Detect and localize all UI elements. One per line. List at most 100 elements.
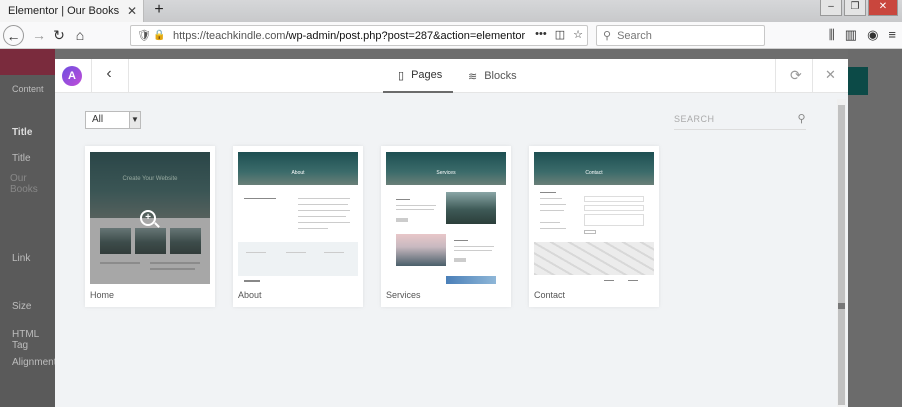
- template-card-about[interactable]: About About: [233, 146, 363, 307]
- text-line: [396, 209, 434, 210]
- text-line: [298, 222, 350, 223]
- close-tab-icon[interactable]: ✕: [127, 4, 137, 18]
- section-title: Title: [12, 127, 33, 138]
- divider: [775, 59, 776, 93]
- template-thumbnail[interactable]: About: [238, 152, 358, 284]
- library-icon[interactable]: ⫼: [829, 27, 835, 43]
- scrollbar-grip: [838, 303, 845, 309]
- template-card-contact[interactable]: Contact Contact: [529, 146, 659, 307]
- new-tab-button[interactable]: +: [150, 1, 168, 19]
- field-label-html-tag: HTML Tag: [12, 329, 39, 351]
- modal-header: A ‹ ▯ Pages ≋ Blocks ⟳ ✕: [55, 59, 848, 93]
- account-icon[interactable]: ◉: [867, 27, 878, 43]
- text-line: [540, 192, 556, 193]
- thumb-photo: [446, 276, 496, 284]
- text-line: [246, 252, 266, 253]
- text-line: [396, 199, 410, 200]
- text-line: [454, 240, 468, 241]
- title-textarea[interactable]: Our Books: [10, 173, 55, 195]
- footer-line: [244, 280, 260, 282]
- template-card-label: Contact: [534, 290, 566, 300]
- url-bar[interactable]: 🛡 🔒 https://teachkindle.com/wp-admin/pos…: [130, 25, 588, 46]
- menu-icon[interactable]: ≡: [888, 27, 896, 43]
- thumb-photo: [396, 234, 446, 266]
- home-icon[interactable]: ⌂: [69, 24, 91, 46]
- text-line: [454, 246, 494, 247]
- text-line: [454, 250, 492, 251]
- text-line: [396, 205, 436, 206]
- footer-line: [604, 280, 614, 281]
- page-actions-icon[interactable]: •••: [535, 28, 547, 41]
- button-shape: [454, 258, 466, 262]
- text-line: [324, 252, 344, 253]
- text-line: [298, 228, 328, 229]
- category-filter-select[interactable]: All ▼: [85, 111, 141, 129]
- sync-icon[interactable]: ⟳: [790, 67, 802, 84]
- modal-scrollbar[interactable]: [837, 99, 846, 407]
- forward-arrow-icon[interactable]: →: [28, 24, 50, 46]
- form-field: [584, 214, 644, 226]
- field-label-title: Title: [12, 153, 31, 164]
- template-search-input[interactable]: SEARCH ⚲: [674, 112, 806, 130]
- divider: [128, 59, 129, 93]
- tab-blocks-label: Blocks: [484, 70, 517, 82]
- reload-icon[interactable]: ↻: [48, 24, 70, 46]
- text-line: [540, 228, 566, 229]
- minimize-icon[interactable]: –: [820, 0, 842, 16]
- bookmark-star-icon[interactable]: ☆: [573, 28, 583, 41]
- zoom-icon[interactable]: +: [140, 210, 156, 226]
- url-domain: https://teachkindle.com: [172, 29, 286, 42]
- divider: [91, 59, 92, 93]
- scrollbar-thumb[interactable]: [838, 105, 845, 405]
- footer-line: [628, 280, 638, 281]
- template-thumbnail[interactable]: Create Your Website +: [90, 152, 210, 284]
- hero-text: Services: [436, 170, 456, 176]
- tab-blocks[interactable]: ≋ Blocks: [468, 59, 517, 93]
- tab-pages-label: Pages: [411, 69, 443, 81]
- text-line: [298, 204, 348, 205]
- browser-nav-bar: ← → ↻ ⌂ 🛡 🔒 https://teachkindle.com/wp-a…: [0, 22, 902, 49]
- url-path: /wp-admin/post.php?post=287&action=eleme…: [285, 29, 526, 42]
- search-icon: ⚲: [603, 30, 612, 42]
- template-card-label: About: [238, 290, 262, 300]
- template-card-home[interactable]: Create Your Website + Home: [85, 146, 215, 307]
- url-text: https://teachkindle.com/wp-admin/post.ph…: [173, 30, 525, 42]
- maximize-icon[interactable]: ❐: [844, 0, 866, 16]
- thumb-photo: [446, 192, 496, 224]
- text-line: [540, 222, 560, 223]
- page-icon: ▯: [398, 69, 405, 82]
- field-label-link: Link: [12, 253, 31, 264]
- shield-icon[interactable]: 🛡: [137, 29, 151, 42]
- tab-pages[interactable]: ▯ Pages: [383, 59, 453, 93]
- layers-icon: ≋: [468, 70, 478, 83]
- text-line: [540, 204, 566, 205]
- template-thumbnail[interactable]: Services: [386, 152, 506, 284]
- close-icon[interactable]: ✕: [825, 67, 836, 83]
- chevron-down-icon[interactable]: ▼: [129, 112, 140, 128]
- template-thumbnail[interactable]: Contact: [534, 152, 654, 284]
- hero-banner: [534, 152, 654, 185]
- search-placeholder: SEARCH: [674, 114, 715, 124]
- template-card-label: Home: [90, 290, 115, 300]
- back-arrow-icon[interactable]: ←: [3, 25, 24, 46]
- filter-value: All: [92, 114, 104, 125]
- tab-title: Elementor | Our Books: [8, 5, 120, 17]
- toolbar-icons: ⫼ ▥ ◉ ≡: [829, 27, 896, 43]
- hero-banner: [386, 152, 506, 185]
- field-label-alignment: Alignment: [12, 357, 57, 368]
- canvas-teal-block: [848, 67, 868, 95]
- window-close-icon[interactable]: ✕: [868, 0, 898, 16]
- map-image: [534, 242, 654, 275]
- template-card-services[interactable]: Services Services: [381, 146, 511, 307]
- browser-tab[interactable]: Elementor | Our Books ✕: [0, 0, 144, 22]
- template-card-label: Services: [386, 290, 421, 300]
- pocket-icon[interactable]: ◫: [555, 28, 565, 41]
- search-input[interactable]: ⚲ Search: [596, 25, 765, 46]
- editor-panel-header: [0, 49, 55, 75]
- sidebar-icon[interactable]: ▥: [845, 27, 857, 43]
- text-line: [298, 210, 350, 211]
- text-line: [540, 210, 564, 211]
- browser-tab-bar: Elementor | Our Books ✕ + – ❐ ✕: [0, 0, 902, 22]
- chevron-left-icon[interactable]: ‹: [99, 65, 119, 83]
- editor-panel: Content Title Title Our Books Link Size …: [0, 49, 57, 407]
